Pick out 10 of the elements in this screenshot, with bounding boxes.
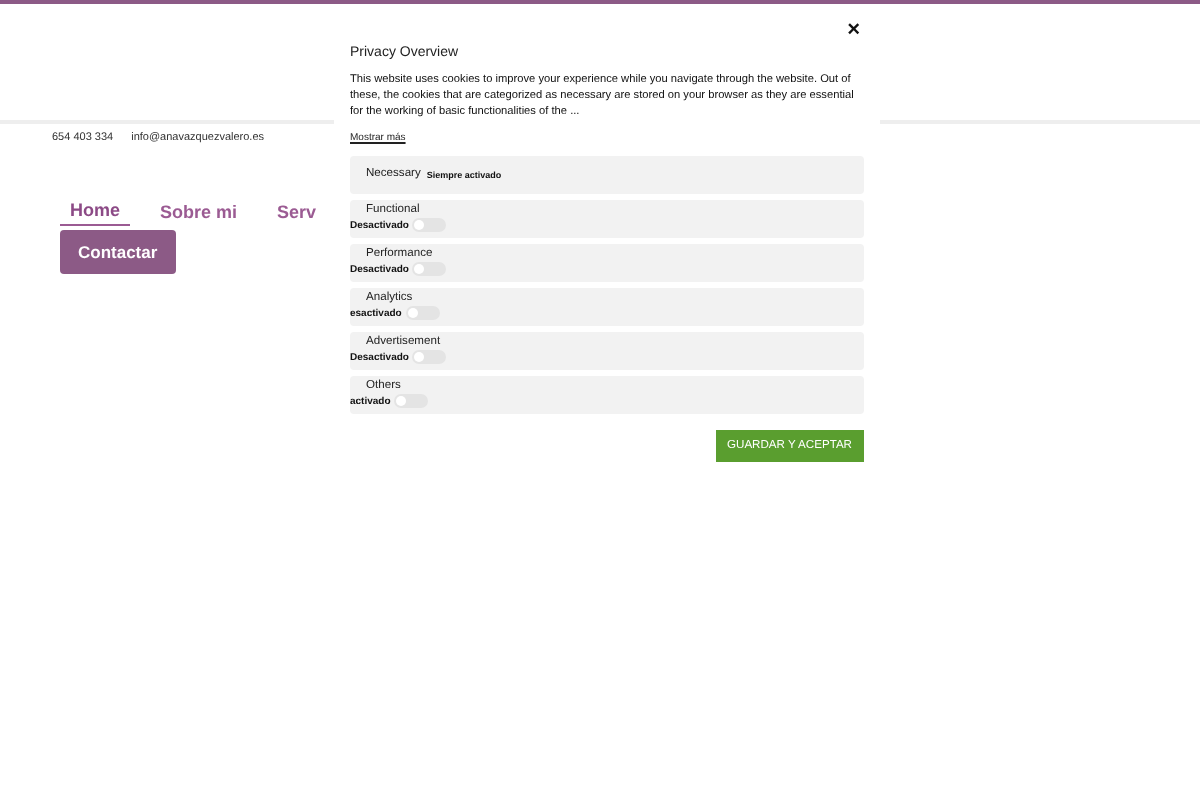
toggle-switch[interactable] xyxy=(394,394,429,409)
nav-link[interactable]: Home xyxy=(60,196,131,226)
toggle-switch[interactable] xyxy=(405,306,440,321)
close-button[interactable]: × xyxy=(843,20,864,42)
nav-link[interactable]: Serv xyxy=(267,196,327,226)
toggle-switch[interactable] xyxy=(412,262,447,277)
toggle-switch[interactable] xyxy=(412,350,447,365)
contact-button[interactable]: Contactar xyxy=(60,230,176,274)
nav-link[interactable]: Sobre mi xyxy=(150,196,248,226)
toggle-switch[interactable] xyxy=(412,218,447,233)
